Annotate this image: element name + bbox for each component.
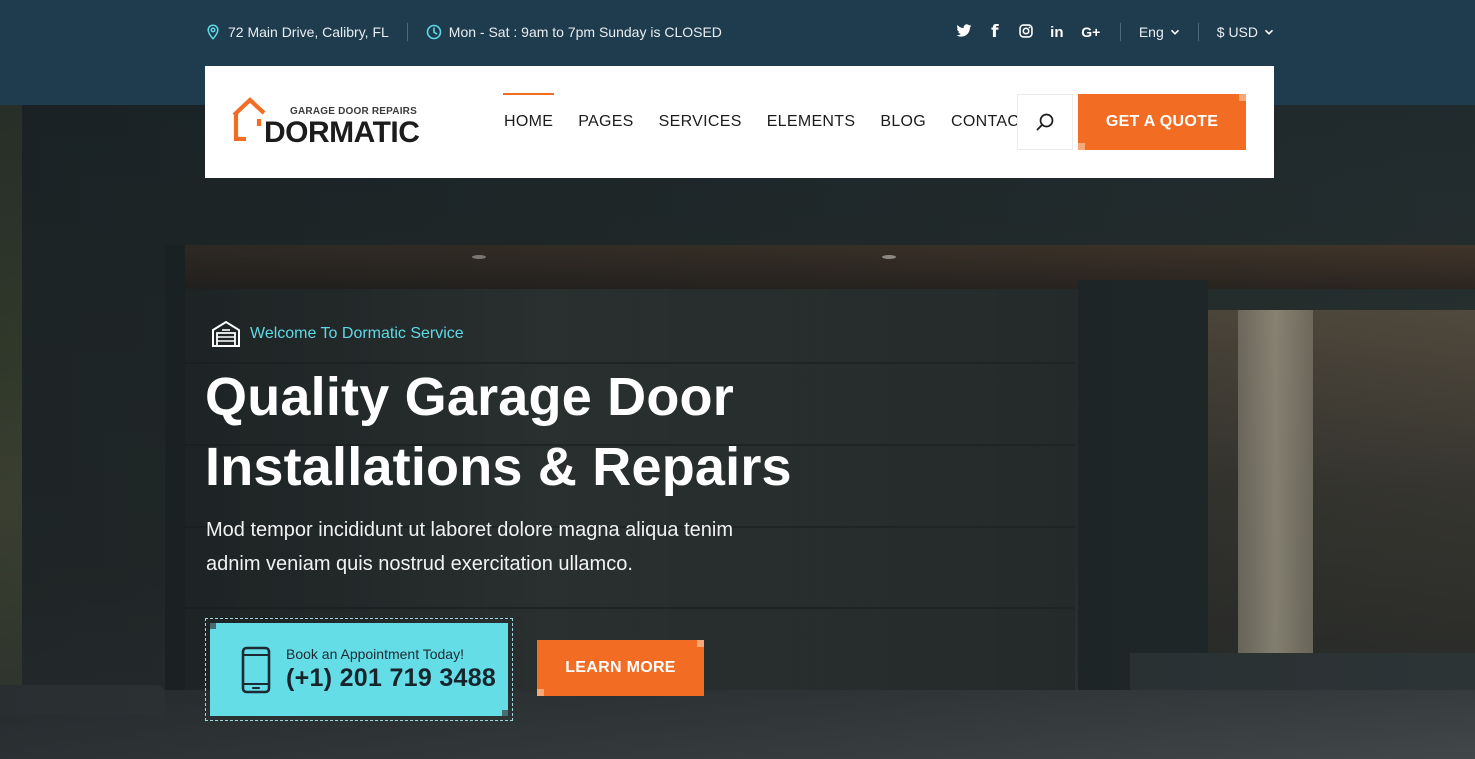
currency-value: $ USD bbox=[1216, 24, 1258, 40]
headline-line-2: Installations & Repairs bbox=[205, 437, 792, 497]
main-nav: HOME PAGES SERVICES ELEMENTS BLOG CONTAC… bbox=[503, 66, 1030, 178]
hours-info: Mon - Sat : 9am to 7pm Sunday is CLOSED bbox=[426, 24, 722, 40]
address-text: 72 Main Drive, Calibry, FL bbox=[228, 24, 389, 40]
appointment-card[interactable]: Book an Appointment Today! (+1) 201 719 … bbox=[210, 623, 508, 716]
button-corner-accent bbox=[1239, 94, 1246, 101]
nav-home[interactable]: HOME bbox=[503, 93, 555, 131]
twitter-icon[interactable] bbox=[956, 23, 972, 41]
button-corner-accent bbox=[697, 640, 704, 647]
nav-services[interactable]: SERVICES bbox=[658, 113, 743, 131]
appointment-box[interactable]: Book an Appointment Today! (+1) 201 719 … bbox=[205, 618, 513, 721]
logo[interactable]: GARAGE DOOR REPAIRS DORMATIC bbox=[232, 93, 427, 149]
welcome-text: Welcome To Dormatic Service bbox=[250, 325, 464, 342]
card-corner-accent bbox=[502, 710, 508, 716]
divider bbox=[406, 23, 408, 41]
button-corner-accent bbox=[1078, 143, 1085, 150]
address-info: 72 Main Drive, Calibry, FL bbox=[205, 24, 389, 40]
chevron-down-icon bbox=[1264, 29, 1274, 35]
button-corner-accent bbox=[537, 689, 544, 696]
hours-text: Mon - Sat : 9am to 7pm Sunday is CLOSED bbox=[448, 24, 722, 40]
house-logo-icon bbox=[232, 97, 266, 141]
nav-elements[interactable]: ELEMENTS bbox=[766, 113, 857, 131]
description-line-2: adnim veniam quis nostrud exercitation u… bbox=[206, 553, 633, 575]
search-button[interactable] bbox=[1017, 94, 1073, 150]
instagram-icon[interactable] bbox=[1018, 23, 1034, 41]
search-icon bbox=[1036, 113, 1054, 131]
appointment-label: Book an Appointment Today! bbox=[286, 646, 464, 662]
clock-icon bbox=[426, 24, 442, 40]
description-line-1: Mod tempor incididunt ut laboret dolore … bbox=[206, 519, 733, 541]
mobile-phone-icon bbox=[241, 646, 271, 693]
get-quote-button[interactable]: GET A QUOTE bbox=[1078, 94, 1246, 150]
appointment-phone[interactable]: (+1) 201 719 3488 bbox=[286, 664, 496, 693]
language-value: Eng bbox=[1138, 24, 1164, 40]
divider bbox=[1197, 23, 1199, 41]
hero-headline: Quality Garage Door Installations & Repa… bbox=[205, 362, 905, 502]
welcome-tagline: Welcome To Dormatic Service bbox=[211, 320, 464, 348]
currency-select[interactable]: $ USD bbox=[1217, 24, 1274, 40]
main-header: GARAGE DOOR REPAIRS DORMATIC HOME PAGES … bbox=[205, 66, 1274, 178]
hero-description: Mod tempor incididunt ut laboret dolore … bbox=[206, 513, 826, 581]
card-corner-accent bbox=[210, 623, 216, 629]
learn-more-button[interactable]: LEARN MORE bbox=[537, 640, 704, 696]
garage-icon bbox=[212, 320, 240, 347]
nav-blog[interactable]: BLOG bbox=[879, 113, 927, 131]
language-select[interactable]: Eng bbox=[1139, 24, 1180, 40]
nav-pages[interactable]: PAGES bbox=[577, 113, 634, 131]
chevron-down-icon bbox=[1170, 29, 1179, 35]
social-links: f in G+ bbox=[956, 22, 1102, 42]
map-pin-icon bbox=[207, 24, 219, 40]
headline-line-1: Quality Garage Door bbox=[205, 367, 734, 427]
divider bbox=[1119, 23, 1121, 41]
google-plus-icon[interactable]: G+ bbox=[1080, 24, 1102, 40]
linkedin-icon[interactable]: in bbox=[1049, 24, 1065, 41]
logo-brand: DORMATIC bbox=[264, 116, 420, 149]
facebook-icon[interactable]: f bbox=[987, 22, 1003, 42]
